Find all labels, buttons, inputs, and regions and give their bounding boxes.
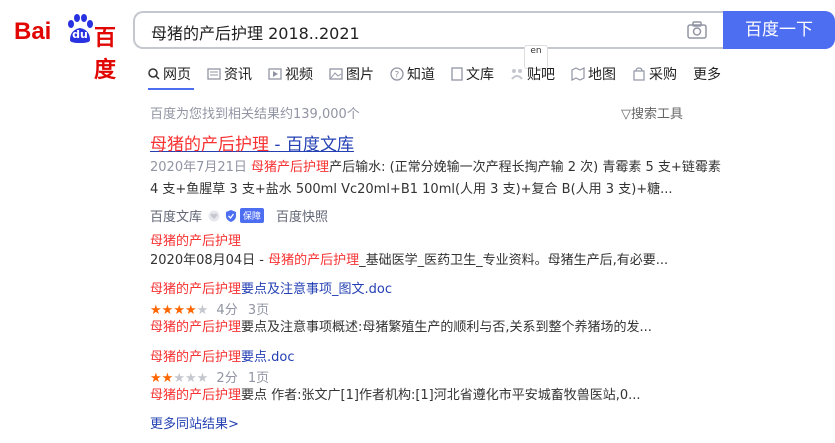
tab-image[interactable]: 图片 bbox=[329, 62, 374, 86]
search-input[interactable] bbox=[149, 21, 653, 42]
result-title-link[interactable]: 母猪的产后护理 - 百度文库 bbox=[150, 130, 354, 155]
tab-label: 知道 bbox=[407, 67, 435, 83]
result-snippet-line2: 4 支+鱼腥草 3 支+盐水 500ml Vc20ml+B1 10ml(人用 3… bbox=[150, 179, 673, 201]
tab-web[interactable]: 网页 bbox=[148, 62, 191, 86]
tab-label: 采购 bbox=[649, 67, 677, 83]
tab-label: 文库 bbox=[466, 67, 494, 83]
logo-bai-text: Bai bbox=[14, 18, 52, 45]
sub-result-3-title[interactable]: 母猪的产后护理要点.doc bbox=[150, 346, 295, 365]
tab-news[interactable]: 资讯 bbox=[207, 62, 252, 86]
sub-result-3-rest: 要点.doc bbox=[241, 350, 295, 365]
tab-video[interactable]: 视频 bbox=[268, 62, 313, 86]
tieba-icon bbox=[511, 69, 523, 80]
sub-result-1-text: _基础医学_医药卫生_专业资料。母猪生产后,有必要... bbox=[359, 253, 669, 268]
search-tools-button[interactable]: ▽搜索工具 bbox=[621, 103, 683, 122]
star-icon: ★ bbox=[161, 371, 174, 386]
map-icon bbox=[571, 67, 585, 81]
news-icon bbox=[207, 68, 221, 80]
source-name[interactable]: 百度文库 bbox=[150, 206, 202, 225]
logo-du-text: du bbox=[72, 28, 88, 41]
source-line: 百度文库 保障 百度快照 bbox=[150, 206, 328, 225]
tab-tieba[interactable]: 贴吧 bbox=[510, 62, 555, 86]
logo-baidu-cn-text: 百度 bbox=[94, 26, 117, 83]
result-count: 百度为您找到相关结果约139,000个 bbox=[150, 107, 360, 122]
sub-result-2-highlight: 母猪的产后护理 bbox=[150, 282, 242, 297]
sub-result-3-highlight: 母猪的产后护理 bbox=[150, 350, 242, 365]
star-icon: ★ bbox=[150, 371, 162, 386]
sub-result-1-title[interactable]: 母猪的产后护理 bbox=[150, 230, 241, 249]
sub-result-2-title[interactable]: 母猪的产后护理要点及注意事项_图文.doc bbox=[150, 278, 392, 297]
sub-result-2-snippet-text: 要点及注意事项概述:母猪繁殖生产的顺利与否,关系到整个养猪场的发... bbox=[241, 320, 652, 335]
source-badge: 保障 bbox=[208, 208, 265, 223]
sub-result-1-title-text: 母猪的产后护理 bbox=[150, 234, 242, 249]
search-icon bbox=[148, 68, 160, 80]
tab-map[interactable]: 地图 bbox=[571, 62, 616, 86]
snapshot-link[interactable]: 百度快照 bbox=[276, 206, 328, 225]
page-count: 3页 bbox=[247, 303, 270, 318]
star-icon: ★ bbox=[150, 303, 162, 318]
guarantee-badge: 保障 bbox=[240, 208, 265, 223]
star-icon: ★ bbox=[196, 371, 209, 386]
search-tabs: 网页 资讯 视频 图片 ? 知道 文库 贴吧 地图 采购 更多 bbox=[148, 62, 737, 86]
translate-badge-text: en bbox=[530, 46, 542, 56]
search-button[interactable]: 百度一下 bbox=[723, 11, 835, 49]
result-snippet: 2020年7月21日 母猪产后护理产后输水: (正常分娩输一次产程长掏产输 2 … bbox=[150, 157, 721, 179]
sub-result-3-rating: ★★★★★ 2分 1页 bbox=[150, 367, 269, 386]
search-tools-label: 搜索工具 bbox=[631, 107, 684, 122]
tab-label: 网页 bbox=[163, 67, 191, 83]
snippet-highlight: 母猪产后护理 bbox=[251, 160, 330, 175]
star-icon: ★ bbox=[173, 303, 185, 318]
sub-result-1-highlight: 母猪的产后护理 bbox=[268, 253, 360, 268]
tab-more[interactable]: 更多 bbox=[693, 62, 721, 86]
tab-label: 更多 bbox=[693, 67, 721, 83]
star-icon: ★ bbox=[184, 303, 197, 318]
svg-text:?: ? bbox=[395, 71, 400, 81]
active-tab-indicator bbox=[148, 88, 194, 90]
sub-result-1-snippet: 2020年08月04日 - 母猪的产后护理_基础医学_医药卫生_专业资料。母猪生… bbox=[150, 250, 668, 272]
tab-label: 地图 bbox=[588, 67, 616, 83]
tab-label: 视频 bbox=[285, 67, 313, 83]
rating-score: 4分 bbox=[216, 303, 238, 318]
baidu-logo[interactable]: Bai du 百度 bbox=[14, 12, 124, 83]
title-rest: - 百度文库 bbox=[269, 135, 354, 155]
tab-purchase[interactable]: 采购 bbox=[632, 62, 677, 86]
heart-icon bbox=[208, 210, 220, 221]
sub-result-1-date: 2020年08月04日 - bbox=[150, 253, 269, 268]
tab-label: 贴吧 bbox=[527, 67, 555, 83]
title-highlight: 母猪的产后护理 bbox=[150, 135, 269, 155]
tab-label: 资讯 bbox=[224, 67, 252, 83]
sub-result-2-rating: ★★★★★ 4分 3页 bbox=[150, 299, 269, 318]
sub-result-2-rest: 要点及注意事项_图文.doc bbox=[241, 282, 393, 297]
star-icon: ★ bbox=[196, 303, 209, 318]
page-count: 1页 bbox=[247, 371, 270, 386]
star-icon: ★ bbox=[173, 371, 185, 386]
purchase-icon bbox=[633, 67, 645, 81]
question-icon: ? bbox=[390, 67, 404, 81]
tab-label: 图片 bbox=[346, 67, 374, 83]
camera-icon[interactable] bbox=[687, 21, 707, 39]
star-icon: ★ bbox=[184, 371, 197, 386]
tab-zhidao[interactable]: ? 知道 bbox=[390, 62, 435, 86]
document-icon bbox=[451, 67, 463, 81]
sub-result-2-snippet-highlight: 母猪的产后护理 bbox=[150, 320, 242, 335]
sub-result-3-snippet: 母猪的产后护理要点 作者:张文广[1]作者机构:[1]河北省遵化市平安城畜牧兽医… bbox=[150, 385, 641, 407]
search-box bbox=[133, 11, 723, 49]
sub-result-3-snippet-highlight: 母猪的产后护理 bbox=[150, 388, 242, 403]
tab-wenku[interactable]: 文库 bbox=[451, 62, 494, 86]
snippet-text-line2: 4 支+鱼腥草 3 支+盐水 500ml Vc20ml+B1 10ml(人用 3… bbox=[150, 182, 673, 197]
video-icon bbox=[268, 68, 282, 80]
rating-score: 2分 bbox=[216, 371, 238, 386]
star-rating: ★★★★★ bbox=[150, 303, 208, 318]
shield-icon bbox=[226, 209, 237, 222]
star-icon: ★ bbox=[161, 303, 174, 318]
more-results-link[interactable]: 更多同站结果> bbox=[150, 413, 239, 432]
snippet-text: 产后输水: (正常分娩输一次产程长掏产输 2 次) 青霉素 5 支+链霉素 bbox=[329, 160, 721, 175]
sub-result-3-snippet-text: 要点 作者:张文广[1]作者机构:[1]河北省遵化市平安城畜牧兽医站,0... bbox=[241, 388, 641, 403]
star-rating: ★★★★★ bbox=[150, 371, 208, 386]
image-icon bbox=[329, 68, 343, 80]
snippet-date: 2020年7月21日 bbox=[150, 160, 247, 175]
sub-result-2-snippet: 母猪的产后护理要点及注意事项概述:母猪繁殖生产的顺利与否,关系到整个养猪场的发.… bbox=[150, 317, 652, 339]
funnel-icon: ▽ bbox=[621, 107, 631, 122]
